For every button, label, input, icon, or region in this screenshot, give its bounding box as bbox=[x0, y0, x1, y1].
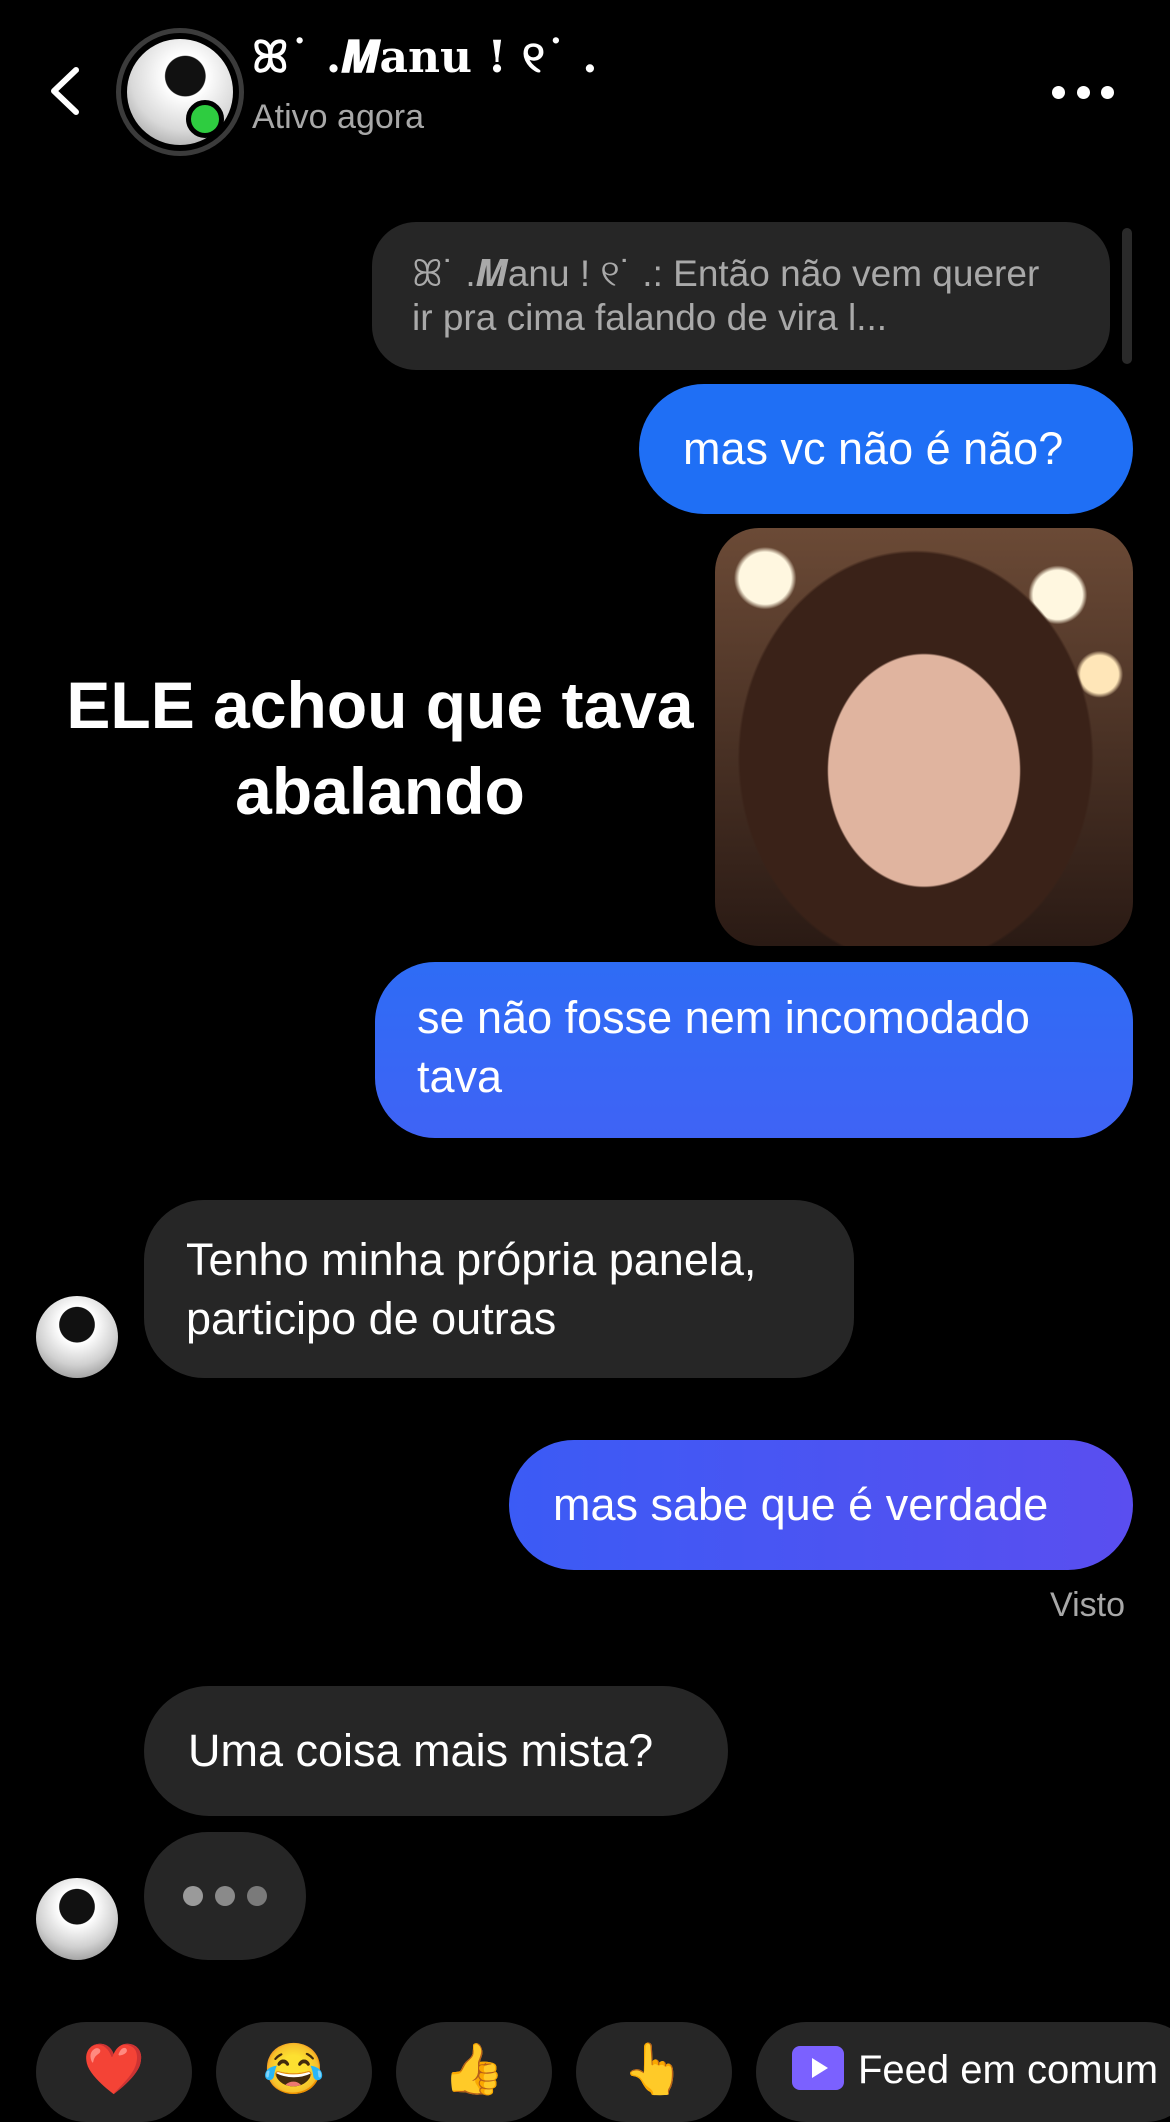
dot-icon bbox=[1101, 85, 1114, 99]
outgoing-message[interactable]: mas vc não é não? bbox=[639, 384, 1133, 514]
more-options-button[interactable] bbox=[1052, 84, 1114, 100]
dot-icon bbox=[1052, 85, 1065, 99]
reply-indicator-bar bbox=[1122, 228, 1132, 364]
online-status-dot bbox=[186, 100, 224, 138]
sender-avatar[interactable] bbox=[36, 1296, 118, 1378]
typing-dot bbox=[215, 1886, 235, 1906]
seen-receipt: Visto bbox=[1050, 1586, 1125, 1624]
typing-dot bbox=[247, 1886, 267, 1906]
chevron-left-icon bbox=[51, 67, 79, 115]
quick-reaction-thumbs-up[interactable]: 👍 bbox=[396, 2022, 552, 2122]
quick-reaction-point-up[interactable]: 👆 bbox=[576, 2022, 732, 2122]
contact-activity-status: Ativo agora bbox=[252, 98, 424, 136]
meme-caption: ELE achou que tava abalando bbox=[66, 668, 694, 828]
outgoing-message[interactable]: mas sabe que é verdade bbox=[509, 1440, 1133, 1570]
quick-reaction-laugh[interactable]: 😂 bbox=[216, 2022, 372, 2122]
replied-message-preview[interactable]: ꕤ˙ .𝑴anu ! ୧˙ .: Então não vem querer ir… bbox=[372, 222, 1110, 370]
contact-avatar[interactable] bbox=[116, 28, 244, 156]
dot-icon bbox=[1076, 85, 1090, 99]
back-button[interactable] bbox=[42, 66, 92, 116]
quick-reaction-heart[interactable]: ❤️ bbox=[36, 2022, 192, 2122]
contact-name[interactable]: ꕤ˙ .𝑴anu ! ୧˙ . bbox=[252, 32, 598, 83]
incoming-message[interactable]: Tenho minha própria panela, participo de… bbox=[144, 1200, 854, 1378]
incoming-message[interactable]: Uma coisa mais mista? bbox=[144, 1686, 728, 1816]
outgoing-message[interactable]: se não fosse nem incomodado tava bbox=[375, 962, 1133, 1138]
meme-photo[interactable] bbox=[715, 528, 1133, 946]
shared-feed-button[interactable]: Feed em comum bbox=[756, 2022, 1170, 2122]
laughing-emoji-icon: 😂 bbox=[262, 2041, 326, 2097]
shared-feed-label: Feed em comum bbox=[858, 2048, 1159, 2092]
typing-dot bbox=[183, 1886, 203, 1906]
reels-icon bbox=[792, 2046, 844, 2090]
heart-icon: ❤️ bbox=[82, 2041, 146, 2097]
sender-avatar[interactable] bbox=[36, 1878, 118, 1960]
pointing-up-icon: 👆 bbox=[622, 2041, 686, 2097]
thumbs-up-icon: 👍 bbox=[442, 2041, 506, 2097]
typing-indicator bbox=[144, 1832, 306, 1960]
